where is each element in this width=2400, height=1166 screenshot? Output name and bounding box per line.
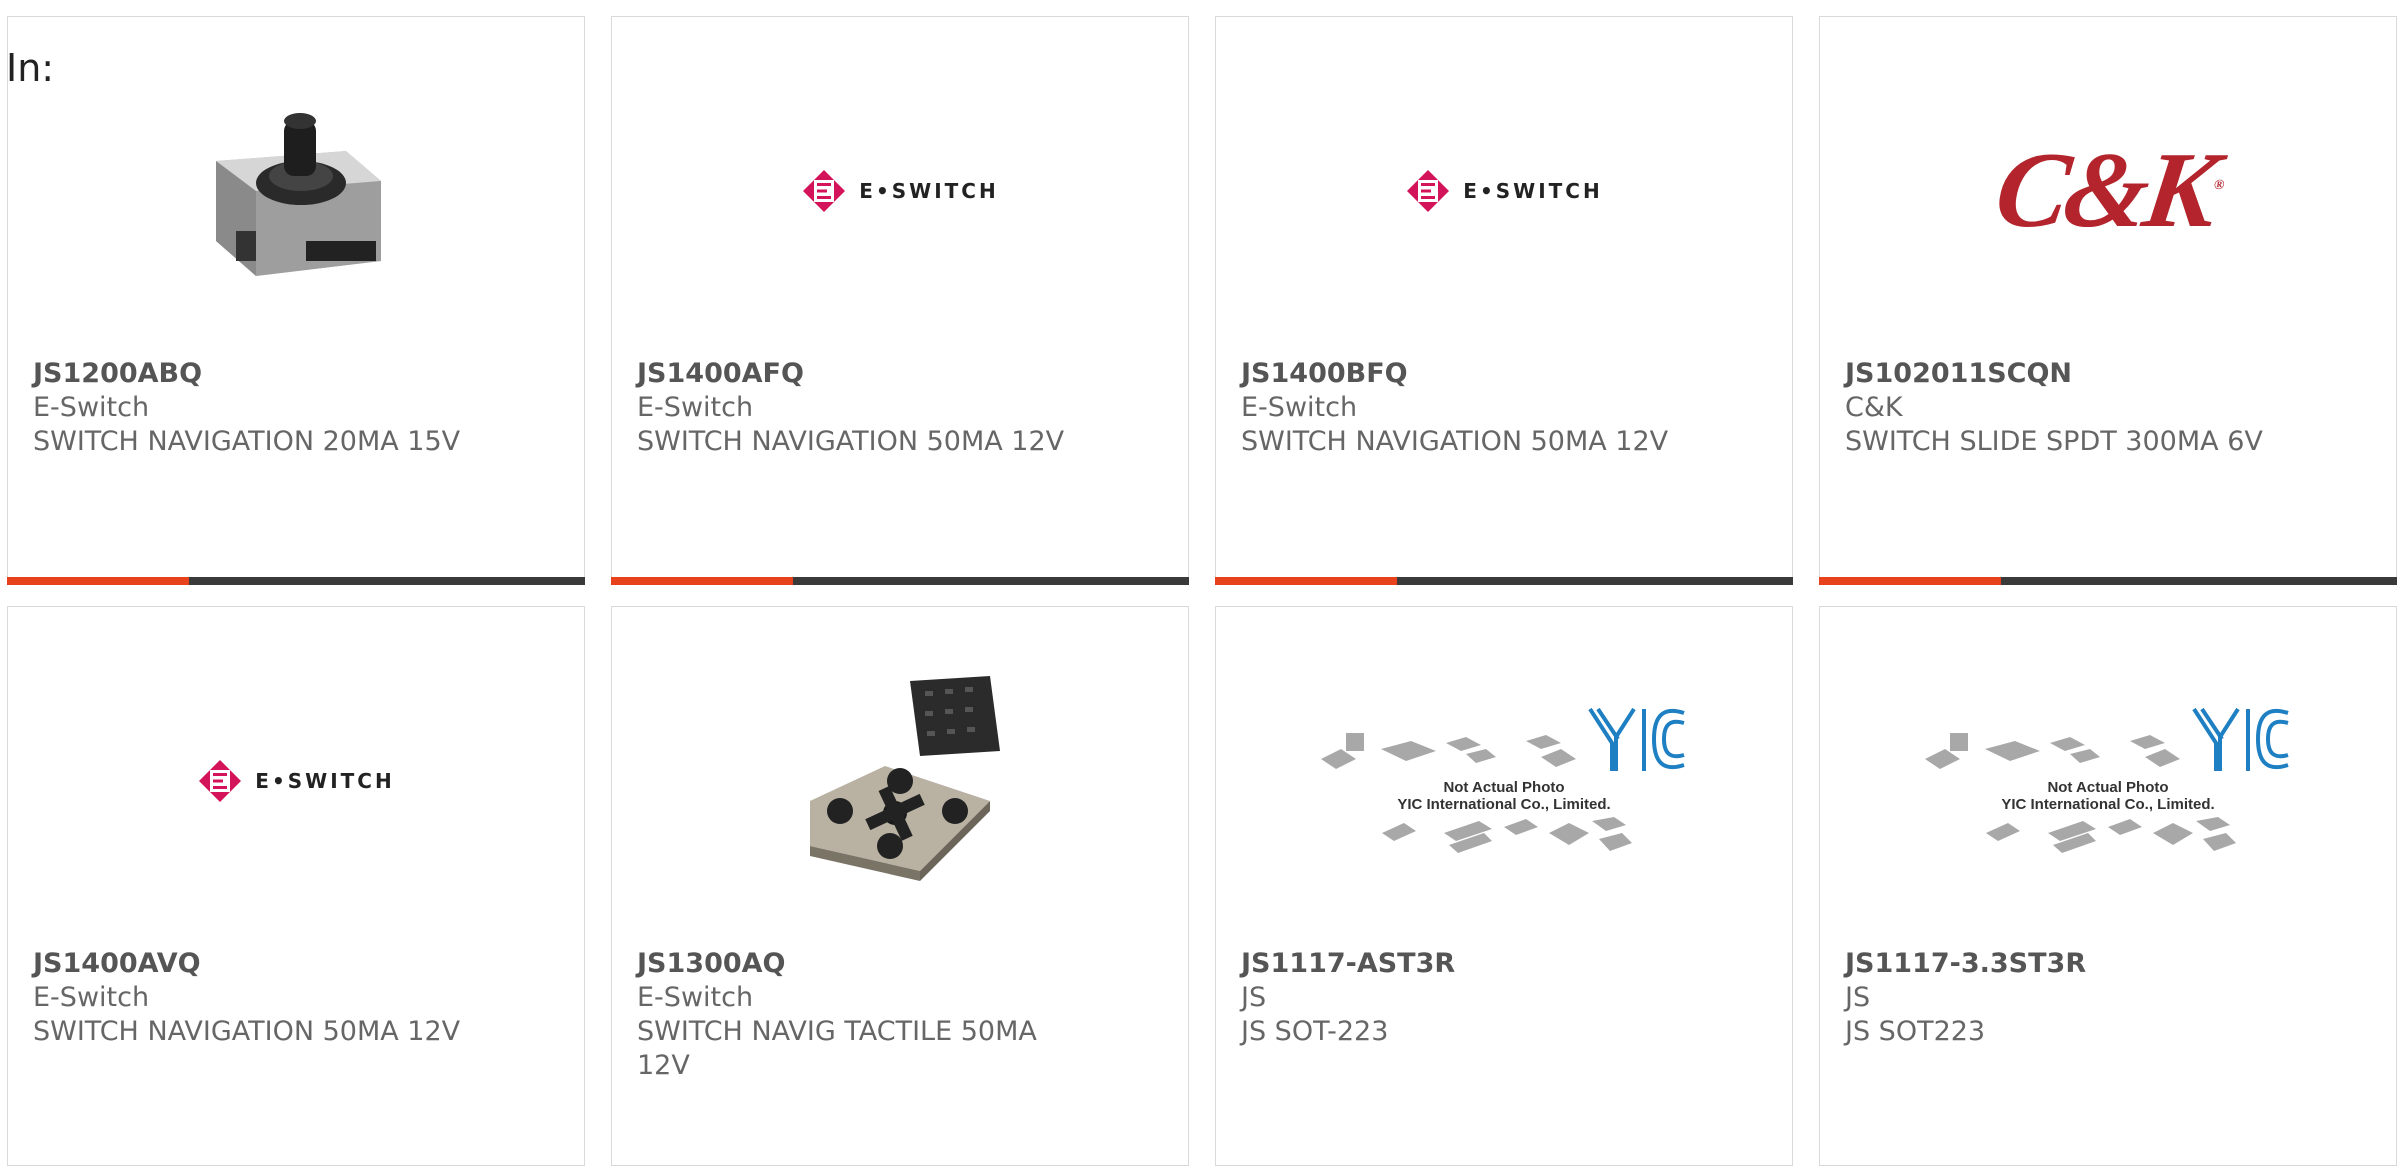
card-bar-accent bbox=[7, 577, 189, 585]
not-actual-photo: Not Actual Photo YIC International Co., … bbox=[1316, 703, 1691, 859]
product-card[interactable]: C&K® JS102011SCQN C&K SWITCH SLIDE SPDT … bbox=[1819, 16, 2397, 585]
part-number[interactable]: JS1400AVQ bbox=[33, 947, 554, 981]
yic-company-text: YIC International Co., Limited. bbox=[2001, 796, 2215, 813]
product-image[interactable] bbox=[8, 75, 584, 307]
part-number[interactable]: JS1300AQ bbox=[637, 947, 1158, 981]
eswitch-logo: E•SWITCH bbox=[801, 168, 998, 214]
description: SWITCH NAVIGATION 20MA 15V bbox=[33, 426, 461, 457]
product-image[interactable] bbox=[612, 665, 1188, 897]
product-card[interactable]: JS1300AQ E-Switch SWITCH NAVIG TACTILE 5… bbox=[611, 606, 1189, 1166]
card-bar bbox=[1819, 577, 2397, 585]
manufacturer: JS bbox=[1241, 982, 1267, 1013]
switch-photo-icon bbox=[216, 113, 381, 276]
description: SWITCH NAVIGATION 50MA 12V bbox=[637, 426, 1065, 457]
manufacturer: C&K bbox=[1845, 392, 1903, 423]
part-number[interactable]: JS1400AFQ bbox=[637, 357, 1158, 391]
card-bar bbox=[1215, 577, 1793, 585]
card-bar bbox=[611, 577, 1189, 585]
eswitch-logo: E•SWITCH bbox=[1405, 168, 1602, 214]
product-image[interactable]: E•SWITCH bbox=[1216, 75, 1792, 307]
part-number[interactable]: JS1400BFQ bbox=[1241, 357, 1762, 391]
manufacturer: E-Switch bbox=[1241, 392, 1358, 423]
product-grid: JS1200ABQ E-Switch SWITCH NAVIGATION 20M… bbox=[0, 0, 2400, 1166]
manufacturer: E-Switch bbox=[33, 982, 150, 1013]
part-number[interactable]: JS1200ABQ bbox=[33, 357, 554, 391]
part-number[interactable]: JS102011SCQN bbox=[1845, 357, 2366, 391]
not-actual-photo-text: Not Actual Photo bbox=[1443, 779, 1565, 796]
product-image[interactable]: Not Actual Photo YIC International Co., … bbox=[1216, 665, 1792, 897]
eswitch-wordmark: E•SWITCH bbox=[255, 769, 395, 793]
ic-packages-icon bbox=[1925, 733, 2181, 769]
eswitch-emblem-icon bbox=[803, 170, 846, 212]
product-card[interactable]: E•SWITCH JS1400AVQ E-Switch SWITCH NAVIG… bbox=[7, 606, 585, 1166]
ic-packages-bottom-icon bbox=[1986, 817, 2236, 853]
card-bar bbox=[7, 577, 585, 585]
ck-wordmark: C&K bbox=[1988, 131, 2222, 250]
tactile-switch-photo-icon bbox=[810, 676, 1000, 881]
description: SWITCH NAVIGATION 50MA 12V bbox=[33, 1016, 461, 1047]
product-image[interactable]: Not Actual Photo YIC International Co., … bbox=[1820, 665, 2396, 897]
description: SWITCH NAVIG TACTILE 50MA 12V bbox=[637, 1016, 1037, 1081]
part-number[interactable]: JS1117-3.3ST3R bbox=[1845, 947, 2366, 981]
yic-logo-icon bbox=[2191, 707, 2289, 771]
eswitch-emblem-icon bbox=[1407, 170, 1450, 212]
eswitch-wordmark: E•SWITCH bbox=[859, 179, 999, 203]
product-card[interactable]: E•SWITCH JS1400BFQ E-Switch SWITCH NAVIG… bbox=[1215, 16, 1793, 585]
part-number[interactable]: JS1117-AST3R bbox=[1241, 947, 1762, 981]
ck-logo: C&K® bbox=[1988, 131, 2222, 250]
yic-company-text: YIC International Co., Limited. bbox=[1397, 796, 1611, 813]
ic-packages-icon bbox=[1321, 733, 1577, 769]
product-card[interactable]: Not Actual Photo YIC International Co., … bbox=[1215, 606, 1793, 1166]
manufacturer: JS bbox=[1845, 982, 1871, 1013]
product-card[interactable]: JS1200ABQ E-Switch SWITCH NAVIGATION 20M… bbox=[7, 16, 585, 585]
manufacturer: E-Switch bbox=[33, 392, 150, 423]
description: SWITCH NAVIGATION 50MA 12V bbox=[1241, 426, 1669, 457]
product-image[interactable]: E•SWITCH bbox=[8, 665, 584, 897]
card-bar-accent bbox=[1215, 577, 1397, 585]
description: JS SOT223 bbox=[1845, 1016, 1986, 1047]
not-actual-photo-text: Not Actual Photo bbox=[2047, 779, 2169, 796]
in-label: In: bbox=[6, 46, 55, 90]
product-image[interactable]: E•SWITCH bbox=[612, 75, 1188, 307]
manufacturer: E-Switch bbox=[637, 982, 754, 1013]
description: JS SOT-223 bbox=[1241, 1016, 1389, 1047]
eswitch-emblem-icon bbox=[199, 760, 242, 802]
not-actual-photo: Not Actual Photo YIC International Co., … bbox=[1920, 703, 2295, 859]
manufacturer: E-Switch bbox=[637, 392, 754, 423]
yic-logo-icon bbox=[1587, 707, 1685, 771]
product-card[interactable]: Not Actual Photo YIC International Co., … bbox=[1819, 606, 2397, 1166]
eswitch-wordmark: E•SWITCH bbox=[1463, 179, 1603, 203]
card-bar-accent bbox=[1819, 577, 2001, 585]
ic-packages-bottom-icon bbox=[1382, 817, 1632, 853]
description: SWITCH SLIDE SPDT 300MA 6V bbox=[1845, 426, 2263, 457]
product-card[interactable]: E•SWITCH JS1400AFQ E-Switch SWITCH NAVIG… bbox=[611, 16, 1189, 585]
card-bar-accent bbox=[611, 577, 793, 585]
eswitch-logo: E•SWITCH bbox=[197, 758, 394, 804]
product-image[interactable]: C&K® bbox=[1820, 75, 2396, 307]
